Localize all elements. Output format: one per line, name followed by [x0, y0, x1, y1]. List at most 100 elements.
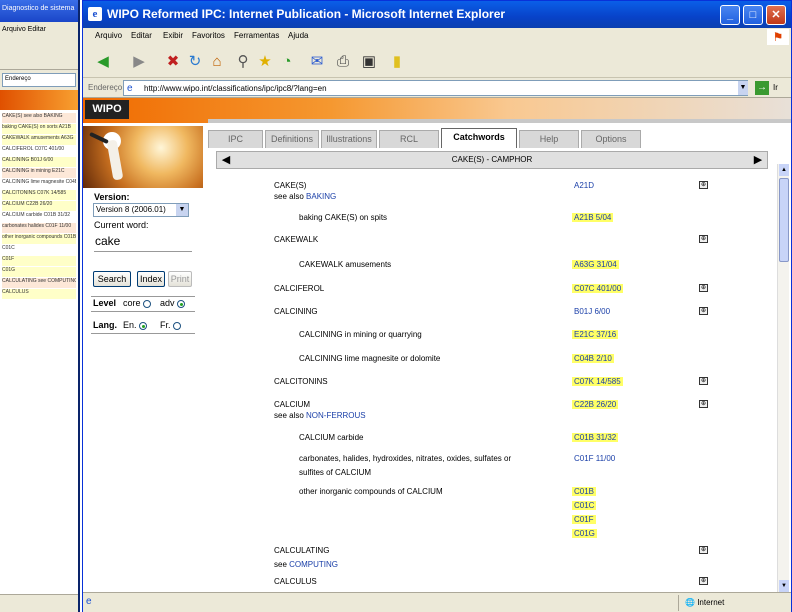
menu-editar[interactable]: Editar — [131, 31, 152, 40]
background-row: CALCULUS — [2, 289, 76, 299]
menu-exibir[interactable]: Exibir — [163, 31, 183, 40]
catchword-subentry: sulfites of CALCIUM — [299, 468, 372, 477]
background-row: carbonates halides C01F 11/00 — [2, 223, 76, 233]
stop-icon[interactable]: ✖ — [163, 52, 183, 72]
see-also: see also NON-FERROUS — [274, 411, 366, 420]
background-window-status — [0, 594, 78, 612]
see-label: see — [274, 560, 287, 569]
expand-icon[interactable]: ⊕ — [699, 400, 708, 408]
ipc-code-link[interactable]: C01B 31/32 — [572, 433, 619, 442]
ipc-code-link[interactable]: A21D — [572, 181, 596, 190]
browser-window[interactable]: e WIPO Reformed IPC: Internet Publicatio… — [82, 0, 792, 612]
forward-icon[interactable]: ▶ — [129, 52, 149, 72]
ipc-code-link[interactable]: A21B 5/04 — [572, 213, 614, 222]
window-title: WIPO Reformed IPC: Internet Publication … — [107, 7, 506, 21]
background-window-banner — [0, 90, 78, 110]
background-row: C01F — [2, 256, 76, 266]
mail-icon[interactable]: ✉ — [307, 52, 327, 72]
status-bar: e 🌐 Internet — [83, 592, 791, 612]
ipc-code-link[interactable]: E21C 37/16 — [572, 330, 619, 339]
menu-ajuda[interactable]: Ajuda — [288, 31, 308, 40]
scroll-up-icon[interactable]: ▲ — [779, 164, 789, 176]
catchword-list: CAKE(S) A21D ⊕ see also BAKING baking CAKE(S… — [83, 98, 777, 592]
menu-arquivo[interactable]: Arquivo — [95, 31, 122, 40]
see-also: see also BAKING — [274, 192, 336, 201]
expand-icon[interactable]: ⊕ — [699, 377, 708, 385]
background-browser-window[interactable]: Diagnostico de sistema Arquivo Editar En… — [0, 0, 80, 612]
favorites-icon[interactable]: ★ — [255, 52, 275, 72]
edit-icon[interactable]: ▣ — [359, 52, 379, 72]
expand-icon[interactable]: ⊕ — [699, 546, 708, 554]
ipc-code-link[interactable]: C07C 401/00 — [572, 284, 624, 293]
menu-favoritos[interactable]: Favoritos — [192, 31, 225, 40]
catchword-subentry: CALCIUM carbide — [299, 433, 364, 442]
catchword-heading: CALCULATING — [274, 546, 330, 555]
go-icon[interactable]: → — [755, 81, 769, 95]
ipc-code-link[interactable]: C22B 26/20 — [572, 400, 619, 409]
scroll-down-icon[interactable]: ▼ — [779, 580, 789, 592]
refresh-icon[interactable]: ↻ — [185, 52, 205, 72]
background-row: CALCIUM C22B 26/20 — [2, 201, 76, 211]
security-zone: 🌐 Internet — [678, 595, 788, 611]
catchword-heading: CALCINING — [274, 307, 318, 316]
expand-icon[interactable]: ⊕ — [699, 235, 708, 243]
background-row: baking CAKE(S) on sorts A21B — [2, 124, 76, 134]
see-label: see also — [274, 411, 304, 420]
background-window-title[interactable]: Diagnostico de sistema — [0, 0, 78, 22]
menu-ferramentas[interactable]: Ferramentas — [234, 31, 279, 40]
background-row: CALCINING lime magnesite C04B — [2, 179, 76, 185]
background-row: CALCIFEROL C07C 401/00 — [2, 146, 65, 152]
history-icon[interactable]: ◔ — [277, 52, 297, 72]
see-link[interactable]: NON-FERROUS — [306, 411, 366, 420]
ipc-code-link[interactable]: C01G — [572, 529, 597, 538]
background-window-address[interactable]: Endereço — [0, 70, 78, 90]
print-icon[interactable]: ⎙ — [333, 52, 353, 72]
maximize-button[interactable]: □ — [743, 5, 763, 25]
ipc-code-link[interactable]: C04B 2/10 — [572, 354, 614, 363]
background-row: CAKE(S) see also BAKING — [2, 113, 76, 123]
see-label: see also — [274, 192, 304, 201]
catchword-heading: CALCULUS — [274, 577, 317, 586]
see-link[interactable]: COMPUTING — [289, 560, 338, 569]
address-label: Endereço — [88, 83, 123, 92]
ipc-code-link[interactable]: C07K 14/585 — [572, 377, 623, 386]
vertical-scrollbar[interactable]: ▲ ▼ — [777, 164, 789, 592]
catchword-heading: CALCIUM — [274, 400, 311, 409]
see-also: see COMPUTING — [274, 560, 338, 569]
see-link[interactable]: BAKING — [306, 192, 336, 201]
ipc-code-link[interactable]: C01F 11/00 — [572, 454, 617, 463]
ipc-code-link[interactable]: C01F — [572, 515, 596, 524]
expand-icon[interactable]: ⊕ — [699, 181, 708, 189]
ipc-code-link[interactable]: C01C — [572, 501, 597, 510]
search-icon[interactable]: ⚲ — [233, 52, 253, 72]
ipc-code-link[interactable]: A63G 31/04 — [572, 260, 619, 269]
window-titlebar[interactable]: e WIPO Reformed IPC: Internet Publicatio… — [83, 1, 791, 28]
ipc-code-link[interactable]: C01B — [572, 487, 597, 496]
go-label[interactable]: Ir — [773, 83, 778, 92]
background-row: C01C — [2, 245, 15, 251]
background-row: CALCINING in mining E21C — [2, 168, 76, 178]
background-row: CALCINING B01J 6/00 — [2, 157, 76, 167]
scroll-thumb[interactable] — [779, 178, 789, 262]
expand-icon[interactable]: ⊕ — [699, 307, 708, 315]
ipc-code-link[interactable]: B01J 6/00 — [572, 307, 612, 316]
close-button[interactable]: ✕ — [766, 5, 786, 25]
messenger-icon[interactable]: ▮ — [387, 52, 407, 72]
background-window-toolbar — [0, 40, 78, 70]
catchword-subentry: other inorganic compounds of CALCIUM — [299, 487, 443, 496]
windows-logo-icon: ⚑ — [767, 29, 789, 45]
page-icon: e — [127, 83, 133, 94]
catchword-subentry: baking CAKE(S) on spits — [299, 213, 388, 222]
background-window-menu[interactable]: Arquivo Editar — [0, 22, 78, 40]
catchword-heading: CAKE(S) — [274, 181, 307, 190]
ie-icon: e — [88, 7, 102, 21]
minimize-button[interactable]: _ — [720, 5, 740, 25]
expand-icon[interactable]: ⊕ — [699, 284, 708, 292]
address-dropdown-icon[interactable]: ▼ — [738, 81, 748, 95]
menu-bar: Arquivo Editar Exibir Favoritos Ferramen… — [83, 28, 791, 46]
back-icon[interactable]: ◀ — [93, 52, 113, 72]
home-icon[interactable]: ⌂ — [207, 52, 227, 72]
expand-icon[interactable]: ⊕ — [699, 577, 708, 585]
address-input[interactable]: e http://www.wipo.int/classifications/ip… — [123, 80, 748, 96]
background-row: other inorganic compounds C01B — [2, 234, 76, 244]
